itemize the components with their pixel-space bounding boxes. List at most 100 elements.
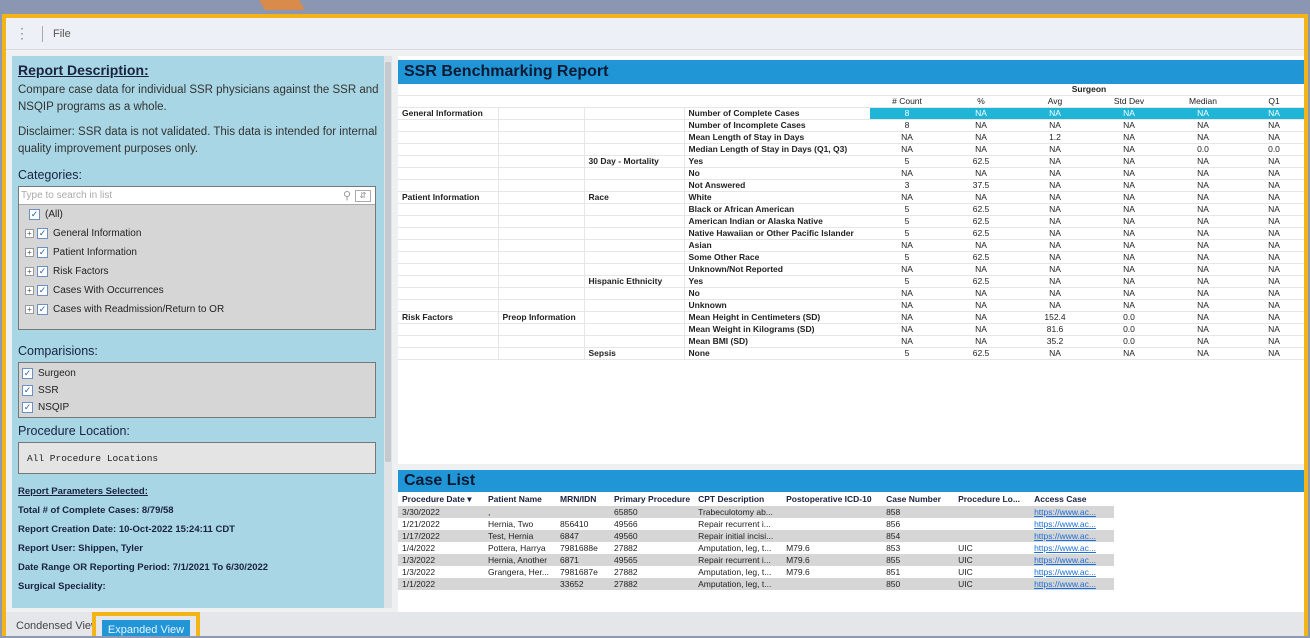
case-column-header[interactable]: Primary Procedure: [610, 492, 694, 506]
search-icon[interactable]: ⚲: [343, 189, 351, 202]
row-value: NA: [1092, 203, 1166, 216]
access-case-link[interactable]: https://www.ac...: [1034, 531, 1096, 541]
row-value: NA: [1166, 191, 1240, 204]
row-group: [583, 335, 684, 348]
category-all[interactable]: ✓ (All): [19, 205, 375, 224]
row-category: [398, 143, 498, 156]
row-value: NA: [870, 143, 944, 156]
row-group: [583, 287, 684, 300]
checkbox-icon[interactable]: ✓: [22, 368, 33, 379]
tab-expanded-view[interactable]: Expanded View: [102, 620, 190, 636]
case-row[interactable]: 1/4/2022 Pottera, Harrya 7981688e 27882 Ampu…: [398, 542, 1114, 554]
procedure-location-select[interactable]: All Procedure Locations: [18, 442, 376, 474]
access-case-link[interactable]: https://www.ac...: [1034, 519, 1096, 529]
comparison-ssr[interactable]: ✓ SSR: [19, 382, 375, 399]
scrollbar-thumb[interactable]: [385, 62, 391, 462]
row-group: Sepsis: [583, 347, 684, 360]
checkbox-icon[interactable]: ✓: [37, 304, 48, 315]
case-cell: UIC: [958, 543, 973, 553]
row-group: [583, 179, 684, 192]
checkbox-icon[interactable]: ✓: [29, 209, 40, 220]
access-case-link[interactable]: https://www.ac...: [1034, 567, 1096, 577]
checkbox-icon[interactable]: ✓: [22, 385, 33, 396]
case-column-header[interactable]: Procedure Lo...: [954, 492, 1030, 506]
case-row[interactable]: 1/17/2022 Test, Hernia 6847 49560 Repair ini…: [398, 530, 1115, 542]
category-patient-information[interactable]: + ✓ Patient Information: [19, 243, 375, 262]
checkbox-icon[interactable]: ✓: [37, 247, 48, 258]
report-row: Some Other Race 5 62.5 NA NA NA NA: [398, 251, 1304, 264]
case-column-header[interactable]: Access Case: [1030, 492, 1114, 506]
row-value: 1.2: [1018, 131, 1092, 144]
category-cases-with-readmission[interactable]: + ✓ Cases with Readmission/Return to OR: [19, 300, 375, 319]
case-cell: 49560: [610, 530, 695, 542]
row-group: [583, 107, 684, 120]
case-column-header[interactable]: CPT Description: [694, 492, 782, 506]
case-cell: 6847: [556, 530, 610, 542]
column-header[interactable]: Std Dev: [1092, 95, 1166, 108]
column-header[interactable]: Q1: [1240, 95, 1304, 108]
expand-icon[interactable]: +: [25, 267, 34, 276]
row-category: [398, 203, 498, 216]
tab-condensed-view[interactable]: Condensed View: [16, 620, 99, 632]
report-row: Not Answered 3 37.5 NA NA NA NA: [398, 179, 1304, 192]
case-cell: 27882: [610, 578, 695, 590]
access-case-link[interactable]: https://www.ac...: [1034, 543, 1096, 553]
case-row[interactable]: 1/3/2022 Grangera, Her... 7981687e 27882 Amp…: [398, 566, 1114, 578]
access-case-link[interactable]: https://www.ac...: [1034, 507, 1096, 517]
column-header[interactable]: Median: [1166, 95, 1240, 108]
header-blank: [398, 84, 498, 96]
row-label: Unknown: [683, 299, 870, 312]
expand-icon[interactable]: +: [25, 229, 34, 238]
report-row: Unknown NA NA NA NA NA NA: [398, 299, 1304, 312]
checkbox-icon[interactable]: ✓: [37, 285, 48, 296]
expand-icon[interactable]: +: [25, 248, 34, 257]
kebab-menu-icon[interactable]: ⋮: [12, 25, 32, 42]
row-value: NA: [1018, 215, 1092, 228]
case-row[interactable]: 1/21/2022 Hernia, Two 856410 49566 Repair re…: [398, 518, 1114, 530]
case-column-header[interactable]: MRN/IDN: [556, 492, 610, 506]
comparison-nsqip[interactable]: ✓ NSQIP: [19, 399, 375, 416]
sort-desc-icon[interactable]: ▾: [465, 494, 471, 504]
case-cell: Amputation, leg, t...: [694, 578, 783, 590]
access-case-link[interactable]: https://www.ac...: [1034, 579, 1096, 589]
category-search-input[interactable]: Type to search in list: [21, 190, 343, 201]
case-cell: [782, 506, 883, 518]
case-cell: [954, 518, 1030, 530]
row-value: 62.5: [944, 215, 1018, 228]
row-value: NA: [1166, 239, 1240, 252]
expand-icon[interactable]: +: [25, 286, 34, 295]
category-risk-factors[interactable]: + ✓ Risk Factors: [19, 262, 375, 281]
expand-icon[interactable]: +: [25, 305, 34, 314]
row-value: NA: [1092, 131, 1166, 144]
row-value: NA: [944, 167, 1018, 180]
file-menu[interactable]: File: [53, 28, 71, 40]
params-title: Report Parameters Selected:: [18, 486, 148, 497]
case-list-title: Case List: [398, 470, 1304, 492]
case-column-header[interactable]: Patient Name: [484, 492, 556, 506]
row-subcategory: [497, 167, 584, 180]
column-header[interactable]: # Count: [870, 95, 944, 108]
header-label: Patient Name: [488, 494, 542, 504]
case-row[interactable]: 1/1/2022 33652 27882 Amputation, leg, t... 8…: [398, 578, 1115, 590]
comparison-surgeon[interactable]: ✓ Surgeon: [19, 365, 375, 382]
case-column-header[interactable]: Case Number: [882, 492, 954, 506]
case-row[interactable]: 1/3/2022 Hernia, Another 6871 49565 Repair r…: [398, 554, 1115, 566]
row-value: NA: [1018, 191, 1092, 204]
row-category: [398, 131, 498, 144]
access-case-link[interactable]: https://www.ac...: [1034, 555, 1096, 565]
case-column-header[interactable]: Postoperative ICD-10: [782, 492, 882, 506]
panel-scrollbar[interactable]: [384, 56, 392, 608]
checkbox-icon[interactable]: ✓: [22, 402, 33, 413]
column-header[interactable]: %: [944, 95, 1018, 108]
row-value: NA: [1240, 179, 1304, 192]
category-general-information[interactable]: + ✓ General Information: [19, 224, 375, 243]
case-row[interactable]: 3/30/2022, 65850 Trabeculotomy ab... 858 htt…: [398, 506, 1115, 518]
filter-options-icon[interactable]: ⇵: [355, 189, 371, 202]
row-subcategory: [497, 179, 584, 192]
category-search[interactable]: Type to search in list ⚲ ⇵: [19, 187, 375, 205]
column-header[interactable]: Avg: [1018, 95, 1092, 108]
checkbox-icon[interactable]: ✓: [37, 266, 48, 277]
case-column-header[interactable]: Procedure Date ▾: [398, 492, 484, 506]
checkbox-icon[interactable]: ✓: [37, 228, 48, 239]
category-cases-with-occurrences[interactable]: + ✓ Cases With Occurrences: [19, 281, 375, 300]
